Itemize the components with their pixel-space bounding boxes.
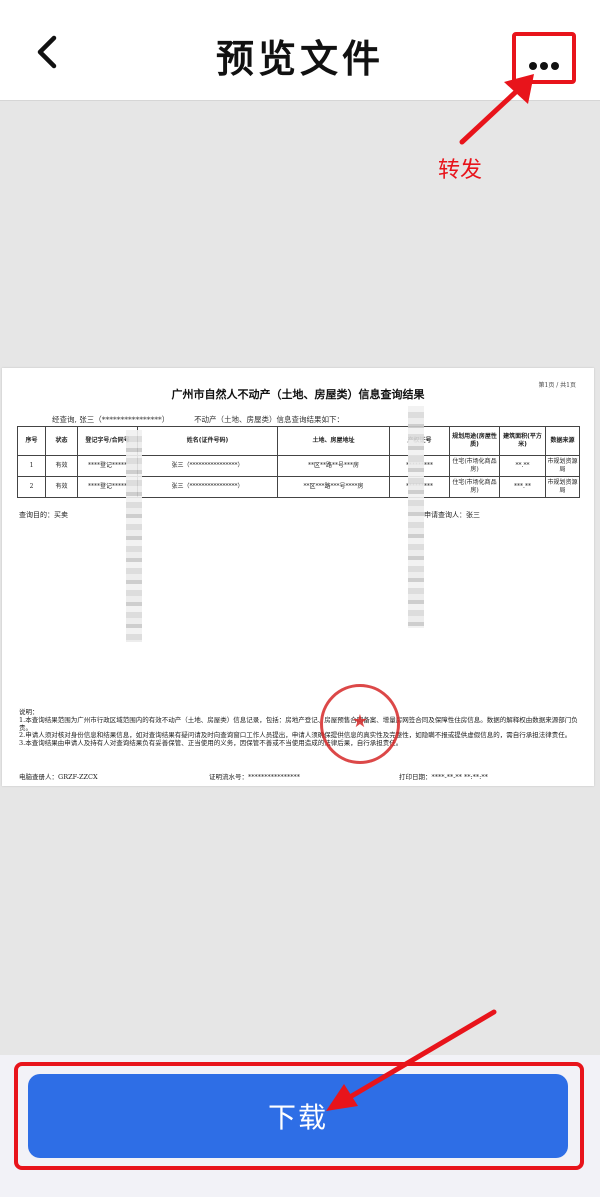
table-header: 土地、房屋地址	[277, 426, 390, 456]
table-header: 建筑面积(平方米)	[499, 426, 546, 456]
queried-person: 张三（****************）	[79, 415, 170, 424]
intro-prefix: 经查询,	[52, 415, 77, 424]
applicant: 申请查询人：张三	[424, 511, 480, 519]
table-header: 数据来源	[545, 426, 580, 456]
table-cell: 张三（****************）	[137, 455, 278, 477]
table-header: 状态	[45, 426, 78, 456]
table-header: 规划用途(房屋性质)	[449, 426, 500, 456]
table-cell: ***.**	[499, 476, 546, 498]
redaction-mosaic	[408, 406, 424, 628]
top-bar: 预览文件	[0, 0, 600, 101]
table-cell: 1	[17, 455, 46, 477]
seal-star-icon: ★	[351, 711, 369, 732]
notes: 说明： 1.本查询结果范围为广州市行政区域范围内的有效不动产（土地、房屋类）信息…	[19, 708, 585, 748]
result-table: 序号 状态 登记字号/合同号 姓名(证件号码) 土地、房屋地址 产权证号 规划用…	[17, 426, 580, 498]
table-header: 姓名(证件号码)	[137, 426, 278, 456]
table-row: 1 有效 ****登记***** 张三（****************） **…	[17, 455, 580, 477]
table-header-row: 序号 状态 登记字号/合同号 姓名(证件号码) 土地、房屋地址 产权证号 规划用…	[17, 426, 580, 456]
table-cell: 有效	[45, 455, 78, 477]
table-row: 2 有效 ****登记***** 张三（****************） **…	[17, 476, 580, 498]
query-purpose: 查询目的：买卖	[19, 511, 68, 519]
official-seal: ★	[320, 684, 400, 764]
redaction-mosaic	[126, 430, 142, 642]
note-line: 3.本查询结果由申请人及持有人对查询结果负有妥善保管、正当使用的义务，因保管不善…	[19, 739, 403, 748]
table-cell: 张三（****************）	[137, 476, 278, 498]
table-cell: 市规划资源局	[545, 476, 580, 498]
document-title: 广州市自然人不动产（土地、房屋类）信息查询结果	[171, 388, 425, 401]
table-cell: 2	[17, 476, 46, 498]
operator: 电脑查册人：GRZF-ZZCX	[19, 773, 98, 781]
document-intro: 经查询, 张三（****************） 不动产（土地、房屋类）信息查…	[52, 414, 344, 425]
more-button[interactable]	[512, 32, 576, 84]
download-button[interactable]: 下载	[28, 1074, 568, 1158]
page-title: 预览文件	[215, 37, 384, 81]
table-cell: 住宅(市场化商品房)	[449, 476, 500, 498]
table-cell: 住宅(市场化商品房)	[449, 455, 500, 477]
forward-annotation: 转发	[438, 158, 483, 183]
print-date: 打印日期：****-**-** **:**:**	[399, 773, 488, 781]
table-header: 序号	[17, 426, 46, 456]
more-dots-icon	[529, 55, 562, 74]
table-cell: **区**路**号***房	[277, 455, 390, 477]
table-cell: **.**	[499, 455, 546, 477]
intro-suffix: 不动产（土地、房屋类）信息查询结果如下：	[194, 415, 345, 424]
table-cell: 市规划资源局	[545, 455, 580, 477]
serial-number: 证明流水号：****************	[209, 773, 300, 781]
table-cell: **区***路***号****房	[277, 476, 390, 498]
document-preview: 第1页 / 共1页 广州市自然人不动产（土地、房屋类）信息查询结果 经查询, 张…	[2, 368, 594, 786]
table-cell: 有效	[45, 476, 78, 498]
